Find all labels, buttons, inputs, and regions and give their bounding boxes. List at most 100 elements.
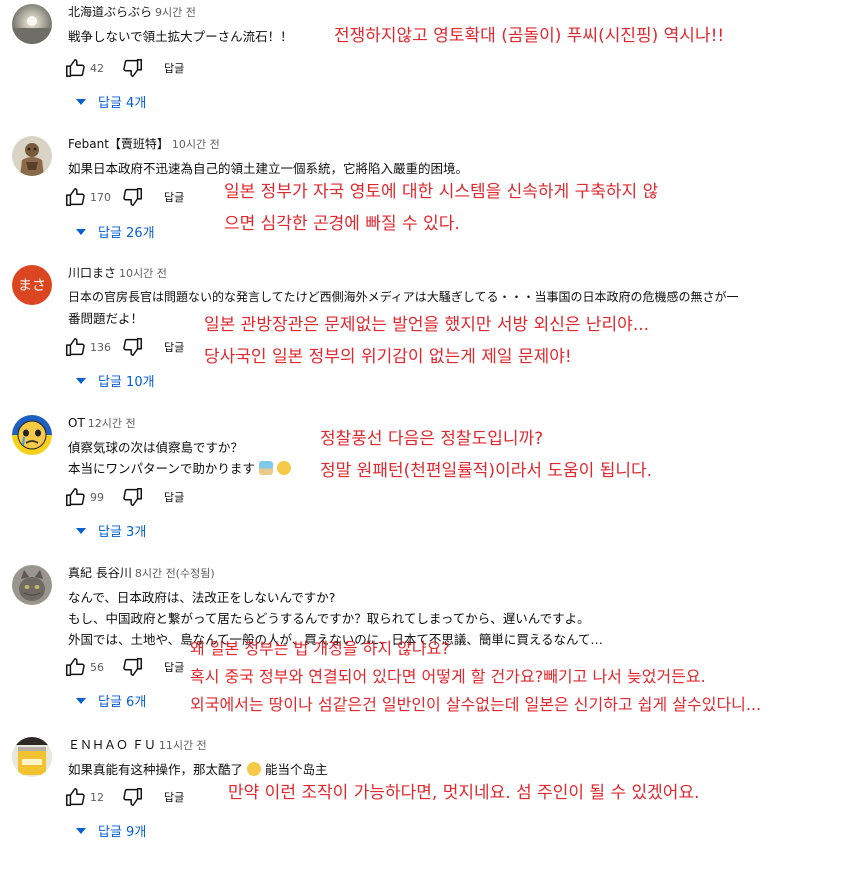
timestamp[interactable]: 9시간 전 xyxy=(155,6,196,19)
avatar[interactable] xyxy=(12,4,52,44)
comment-actions: 12 답글 xyxy=(64,785,184,809)
comment-header: ＥＮＨＡＯ ＦＵ 11시간 전 xyxy=(68,737,207,754)
view-replies-button[interactable]: 답글 4개 xyxy=(72,92,146,111)
comment: ＥＮＨＡＯ ＦＵ 11시간 전 如果真能有这种操作，那太酷了 能当个岛主 12 답… xyxy=(0,737,858,877)
view-replies-button[interactable]: 답글 26개 xyxy=(72,222,155,241)
reply-button[interactable]: 답글 xyxy=(164,339,184,355)
reply-button[interactable]: 답글 xyxy=(164,60,184,76)
thumbs-down-icon[interactable] xyxy=(122,656,144,678)
translation-line: 당사국인 일본 정부의 위기감이 없는게 제일 문제야! xyxy=(204,347,572,367)
comment: OT 12시간 전 偵察気球の次は偵察島ですか？ 本当にワンパターンで助かります … xyxy=(0,415,858,555)
comment-line: 偵察気球の次は偵察島ですか？ xyxy=(68,440,244,455)
like-count: 99 xyxy=(90,490,104,504)
timestamp[interactable]: 11시간 전 xyxy=(159,739,207,752)
thumbs-up-icon[interactable] xyxy=(64,486,86,508)
comment-line: 如果真能有这种操作，那太酷了 xyxy=(68,762,244,777)
grinning-face-emoji-icon xyxy=(247,762,261,776)
translation-annotation: 전쟁하지않고 영토확대 (곰돌이) 푸씨(시진핑) 역시나!! xyxy=(334,20,724,52)
author-name[interactable]: ＥＮＨＡＯ ＦＵ xyxy=(68,738,156,752)
timestamp[interactable]: 8시간 전(수정됨) xyxy=(135,567,215,580)
thumbs-up-icon[interactable] xyxy=(64,656,86,678)
comment-text: 偵察気球の次は偵察島ですか？ 本当にワンパターンで助かります xyxy=(68,437,291,479)
replies-label: 답글 3개 xyxy=(98,525,147,540)
like-count: 136 xyxy=(90,340,111,354)
reply-button[interactable]: 답글 xyxy=(164,489,184,505)
comment-header: 川口まさ 10시간 전 xyxy=(68,265,167,282)
chevron-down-icon xyxy=(76,377,86,384)
thumbs-up-icon[interactable] xyxy=(64,186,86,208)
comment-line: なんで、日本政府は、法改正をしないんですか? xyxy=(68,590,336,605)
comment-line: 能当个岛主 xyxy=(264,762,328,777)
avatar[interactable] xyxy=(12,136,52,176)
comment-actions: 42 답글 xyxy=(64,56,184,80)
thumbs-up-icon[interactable] xyxy=(64,57,86,79)
translation-annotation: 정찰풍선 다음은 정찰도입니까? xyxy=(320,423,543,455)
chevron-down-icon xyxy=(76,527,86,534)
translation-line: 정말 원패턴(천편일률적)이라서 도움이 됩니다. xyxy=(320,461,653,481)
comment: 北海道ぶらぶら 9시간 전 戦争しないで領土拡大プーさん流石！！ 42 답글 답글… xyxy=(0,4,858,144)
view-replies-button[interactable]: 답글 3개 xyxy=(72,521,146,540)
comment-actions: 170 답글 xyxy=(64,185,184,209)
thumbs-down-icon[interactable] xyxy=(122,186,144,208)
chevron-down-icon xyxy=(76,697,86,704)
comment-line: 本当にワンパターンで助かります xyxy=(68,461,255,476)
avatar[interactable] xyxy=(12,737,52,777)
comment-line: 日本の官房長官は問題ない的な発言してたけど西側海外メディアは大騒ぎしてる・・・当… xyxy=(68,290,739,304)
view-replies-button[interactable]: 답글 6개 xyxy=(72,691,146,710)
author-name[interactable]: 川口まさ xyxy=(68,266,116,280)
translation-annotation: 왜 일본 정부는 법 개정을 하지 않나요? 혹시 중국 정부와 연결되어 있다… xyxy=(190,635,761,719)
translation-line: 정찰풍선 다음은 정찰도입니까? xyxy=(320,429,544,449)
reply-button[interactable]: 답글 xyxy=(164,789,184,805)
author-name[interactable]: Febant【賣班特】 xyxy=(68,137,169,151)
comment: Febant【賣班特】 10시간 전 如果日本政府不迅速為自己的領土建立一個系統，… xyxy=(0,136,858,276)
author-name[interactable]: OT xyxy=(68,416,85,430)
thumbs-down-icon[interactable] xyxy=(122,57,144,79)
chevron-down-icon xyxy=(76,228,86,235)
thumbs-down-icon[interactable] xyxy=(122,786,144,808)
avatar[interactable] xyxy=(12,565,52,605)
thumbs-down-icon[interactable] xyxy=(122,336,144,358)
comment-header: 真紀 長谷川 8시간 전(수정됨) xyxy=(68,565,215,582)
avatar-initials: まさ xyxy=(18,278,46,294)
chevron-down-icon xyxy=(76,98,86,105)
translation-annotation: 정말 원패턴(천편일률적)이라서 도움이 됩니다. xyxy=(320,455,652,487)
comment: 真紀 長谷川 8시간 전(수정됨) なんで、日本政府は、法改正をしないんですか? … xyxy=(0,565,858,714)
translation-line: 혹시 중국 정부와 연결되어 있다면 어떻게 할 건가요?빼기고 나서 늦었거든… xyxy=(190,667,706,686)
thumbs-up-icon[interactable] xyxy=(64,786,86,808)
translation-line: 전쟁하지않고 영토확대 (곰돌이) 푸씨(시진핑) 역시나!! xyxy=(334,26,725,46)
view-replies-button[interactable]: 답글 9개 xyxy=(72,821,146,840)
translation-line: 일본 관방장관은 문제없는 발언을 했지만 서방 외신은 난리야... xyxy=(204,315,650,335)
replies-label: 답글 26개 xyxy=(98,226,155,241)
timestamp[interactable]: 12시간 전 xyxy=(88,417,136,430)
view-replies-button[interactable]: 답글 10개 xyxy=(72,371,155,390)
author-name[interactable]: 真紀 長谷川 xyxy=(68,566,132,580)
replies-label: 답글 10개 xyxy=(98,375,155,390)
comment-header: OT 12시간 전 xyxy=(68,415,136,432)
reply-button[interactable]: 답글 xyxy=(164,659,184,675)
comment-text: 戦争しないで領土拡大プーさん流石！！ xyxy=(68,26,293,47)
comment-header: 北海道ぶらぶら 9시간 전 xyxy=(68,4,196,21)
replies-label: 답글 4개 xyxy=(98,96,147,111)
chevron-down-icon xyxy=(76,827,86,834)
author-name[interactable]: 北海道ぶらぶら xyxy=(68,5,152,19)
translation-line: 일본 정부가 자국 영토에 대한 시스템을 신속하게 구축하지 않 xyxy=(224,182,659,202)
timestamp[interactable]: 10시간 전 xyxy=(119,267,167,280)
comment-actions: 99 답글 xyxy=(64,485,184,509)
timestamp[interactable]: 10시간 전 xyxy=(172,138,220,151)
translation-line: 으면 심각한 곤경에 빠질 수 있다. xyxy=(224,214,460,234)
avatar[interactable]: まさ xyxy=(12,265,52,305)
comment-header: Febant【賣班特】 10시간 전 xyxy=(68,136,220,153)
like-count: 12 xyxy=(90,790,104,804)
avatar[interactable] xyxy=(12,415,52,455)
reply-button[interactable]: 답글 xyxy=(164,189,184,205)
comment: まさ 川口まさ 10시간 전 日本の官房長官は問題ない的な発言してたけど西側海外メ… xyxy=(0,265,858,405)
like-count: 56 xyxy=(90,660,104,674)
translation-line: 외국에서는 땅이나 섬같은건 일반인이 살수없는데 일본은 신기하고 쉽게 살수… xyxy=(190,695,762,714)
translation-annotation: 만약 이런 조작이 가능하다면, 멋지네요. 섬 주인이 될 수 있겠어요. xyxy=(228,777,700,809)
thumbs-up-icon[interactable] xyxy=(64,336,86,358)
smiling-face-emoji-icon xyxy=(276,461,291,475)
comment-actions: 56 답글 xyxy=(64,655,184,679)
thumbs-down-icon[interactable] xyxy=(122,486,144,508)
translation-line: 왜 일본 정부는 법 개정을 하지 않나요? xyxy=(190,639,450,658)
like-count: 42 xyxy=(90,61,104,75)
